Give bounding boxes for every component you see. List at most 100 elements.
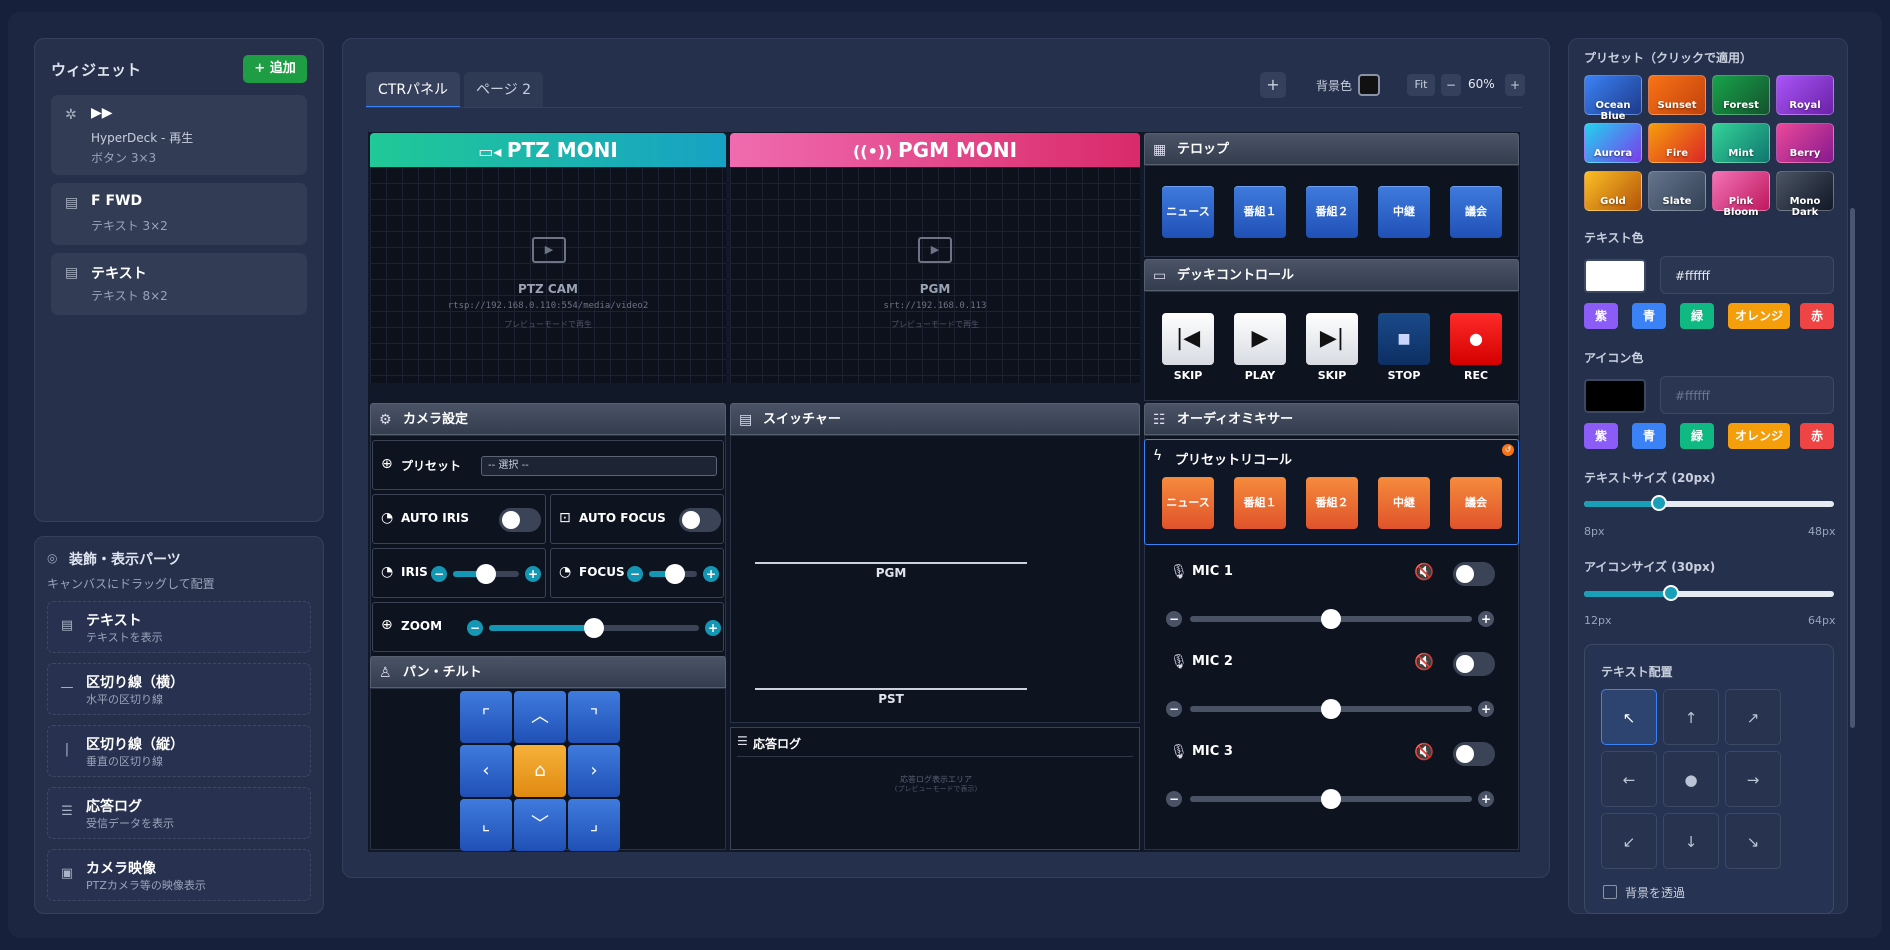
align-top-icon[interactable]: ↑ (1663, 689, 1719, 745)
text-color-swatch[interactable] (1584, 259, 1646, 293)
telop-button[interactable]: 中継 (1378, 186, 1430, 238)
play-button[interactable]: ▶ (1234, 313, 1286, 365)
mic-plus-button[interactable]: + (1478, 791, 1494, 807)
color-chip-orange[interactable]: オレンジ (1728, 303, 1790, 329)
mic-minus-button[interactable]: − (1166, 791, 1182, 807)
align-left-icon[interactable]: ← (1601, 751, 1657, 807)
preset-swatch[interactable]: Ocean Blue (1584, 75, 1642, 122)
decor-item-vdivider[interactable]: | 区切り線（縦） 垂直の区切り線 (47, 725, 311, 777)
pan-right-button[interactable]: › (568, 745, 620, 797)
icon-size-knob[interactable] (1662, 585, 1679, 601)
align-top-right-icon[interactable]: ↗ (1725, 689, 1781, 745)
recall-button[interactable]: 番組２ (1306, 477, 1358, 529)
align-right-icon[interactable]: → (1725, 751, 1781, 807)
ptz-monitor-view[interactable]: ▶ PTZ CAM rtsp://192.168.0.110:554/media… (370, 167, 726, 383)
home-button[interactable]: ⌂ (514, 745, 566, 797)
preset-swatch[interactable]: Mint (1712, 123, 1770, 163)
focus-minus-button[interactable]: − (627, 566, 643, 582)
text-size-slider[interactable] (1584, 495, 1834, 511)
mic-minus-button[interactable]: − (1166, 701, 1182, 717)
pan-up-left-button[interactable]: ⌜ (460, 691, 512, 743)
recall-button[interactable]: 議会 (1450, 477, 1502, 529)
icon-chip-green[interactable]: 緑 (1680, 423, 1714, 449)
pan-left-button[interactable]: ‹ (460, 745, 512, 797)
preset-swatch[interactable]: Fire (1648, 123, 1706, 163)
icon-size-slider[interactable] (1584, 585, 1834, 601)
preset-swatch[interactable]: Royal (1776, 75, 1834, 115)
telop-button[interactable]: 番組２ (1306, 186, 1358, 238)
pgm-monitor-view[interactable]: ▶ PGM srt://192.168.0.113 プレビューモードで再生 (730, 167, 1140, 383)
widget-item[interactable]: ▤ F FWD テキスト 3×2 (51, 183, 307, 245)
auto-iris-toggle[interactable] (499, 508, 541, 532)
text-color-input[interactable]: #ffffff (1660, 256, 1834, 294)
zoom-in-button[interactable]: + (1505, 74, 1525, 96)
zoom-minus-button[interactable]: − (467, 620, 483, 636)
color-chip-blue[interactable]: 青 (1632, 303, 1666, 329)
rec-button[interactable]: ● (1450, 313, 1502, 365)
iris-slider[interactable] (453, 564, 519, 584)
color-chip-green[interactable]: 緑 (1680, 303, 1714, 329)
preset-swatch[interactable]: Pink Bloom (1712, 171, 1770, 218)
mic-toggle[interactable] (1453, 652, 1495, 676)
mute-icon[interactable]: 🔇 (1414, 652, 1434, 671)
recall-button[interactable]: 中継 (1378, 477, 1430, 529)
mic-plus-button[interactable]: + (1478, 611, 1494, 627)
align-top-left-icon[interactable]: ↖ (1601, 689, 1657, 745)
mic-fader[interactable] (1190, 609, 1472, 629)
iris-slider-knob[interactable] (476, 564, 496, 584)
pan-up-right-button[interactable]: ⌝ (568, 691, 620, 743)
preset-swatch[interactable]: Berry (1776, 123, 1834, 163)
iris-minus-button[interactable]: − (431, 566, 447, 582)
widget-item[interactable]: ▤ テキスト テキスト 8×2 (51, 253, 307, 315)
mic-toggle[interactable] (1453, 742, 1495, 766)
focus-slider[interactable] (649, 564, 697, 584)
align-bottom-icon[interactable]: ↓ (1663, 813, 1719, 869)
fit-button[interactable]: Fit (1407, 74, 1435, 96)
decor-item-hdivider[interactable]: — 区切り線（横） 水平の区切り線 (47, 663, 311, 715)
zoom-slider-knob[interactable] (584, 618, 604, 638)
decor-item-log[interactable]: ☰ 応答ログ 受信データを表示 (47, 787, 311, 839)
pan-down-right-button[interactable]: ⌟ (568, 799, 620, 851)
preset-swatch[interactable]: Aurora (1584, 123, 1642, 163)
mute-icon[interactable]: 🔇 (1414, 562, 1434, 581)
bg-color-swatch[interactable] (1358, 74, 1380, 96)
auto-focus-toggle[interactable] (679, 508, 721, 532)
text-size-knob[interactable] (1651, 495, 1667, 511)
decor-item-text[interactable]: ▤ テキスト テキストを表示 (47, 601, 311, 653)
focus-slider-knob[interactable] (665, 564, 686, 584)
telop-button[interactable]: 番組１ (1234, 186, 1286, 238)
telop-button[interactable]: 議会 (1450, 186, 1502, 238)
mic-fader[interactable] (1190, 699, 1472, 719)
mic-minus-button[interactable]: − (1166, 611, 1182, 627)
bg-transparent-checkbox[interactable] (1603, 885, 1617, 899)
pan-down-left-button[interactable]: ⌞ (460, 799, 512, 851)
align-bottom-left-icon[interactable]: ↙ (1601, 813, 1657, 869)
tab-page-2[interactable]: ページ 2 (464, 72, 544, 108)
mic-fader-knob[interactable] (1321, 699, 1341, 719)
add-widget-button[interactable]: + 追加 (243, 55, 307, 83)
icon-chip-blue[interactable]: 青 (1632, 423, 1666, 449)
skip-forward-button[interactable]: ▶| (1306, 313, 1358, 365)
preset-swatch[interactable]: Gold (1584, 171, 1642, 211)
telop-button[interactable]: ニュース (1162, 186, 1214, 238)
mic-fader[interactable] (1190, 789, 1472, 809)
decor-item-camera[interactable]: ▣ カメラ映像 PTZカメラ等の映像表示 (47, 849, 311, 901)
zoom-slider[interactable] (489, 618, 699, 638)
color-chip-purple[interactable]: 紫 (1584, 303, 1618, 329)
color-chip-red[interactable]: 赤 (1800, 303, 1834, 329)
preset-swatch[interactable]: Forest (1712, 75, 1770, 115)
icon-color-input[interactable]: #ffffff (1660, 376, 1834, 414)
tab-ctr-panel[interactable]: CTRパネル (366, 72, 461, 108)
align-bottom-right-icon[interactable]: ↘ (1725, 813, 1781, 869)
align-center-icon[interactable]: ● (1663, 751, 1719, 807)
stop-button[interactable]: ■ (1378, 313, 1430, 365)
preset-select[interactable]: -- 選択 -- (481, 456, 717, 476)
focus-plus-button[interactable]: + (703, 566, 719, 582)
mic-plus-button[interactable]: + (1478, 701, 1494, 717)
mic-fader-knob[interactable] (1321, 609, 1341, 629)
iris-plus-button[interactable]: + (525, 566, 541, 582)
mic-toggle[interactable] (1453, 562, 1495, 586)
tilt-down-button[interactable]: ﹀ (514, 799, 566, 851)
preset-swatch[interactable]: Sunset (1648, 75, 1706, 115)
add-page-button[interactable]: + (1260, 72, 1286, 98)
